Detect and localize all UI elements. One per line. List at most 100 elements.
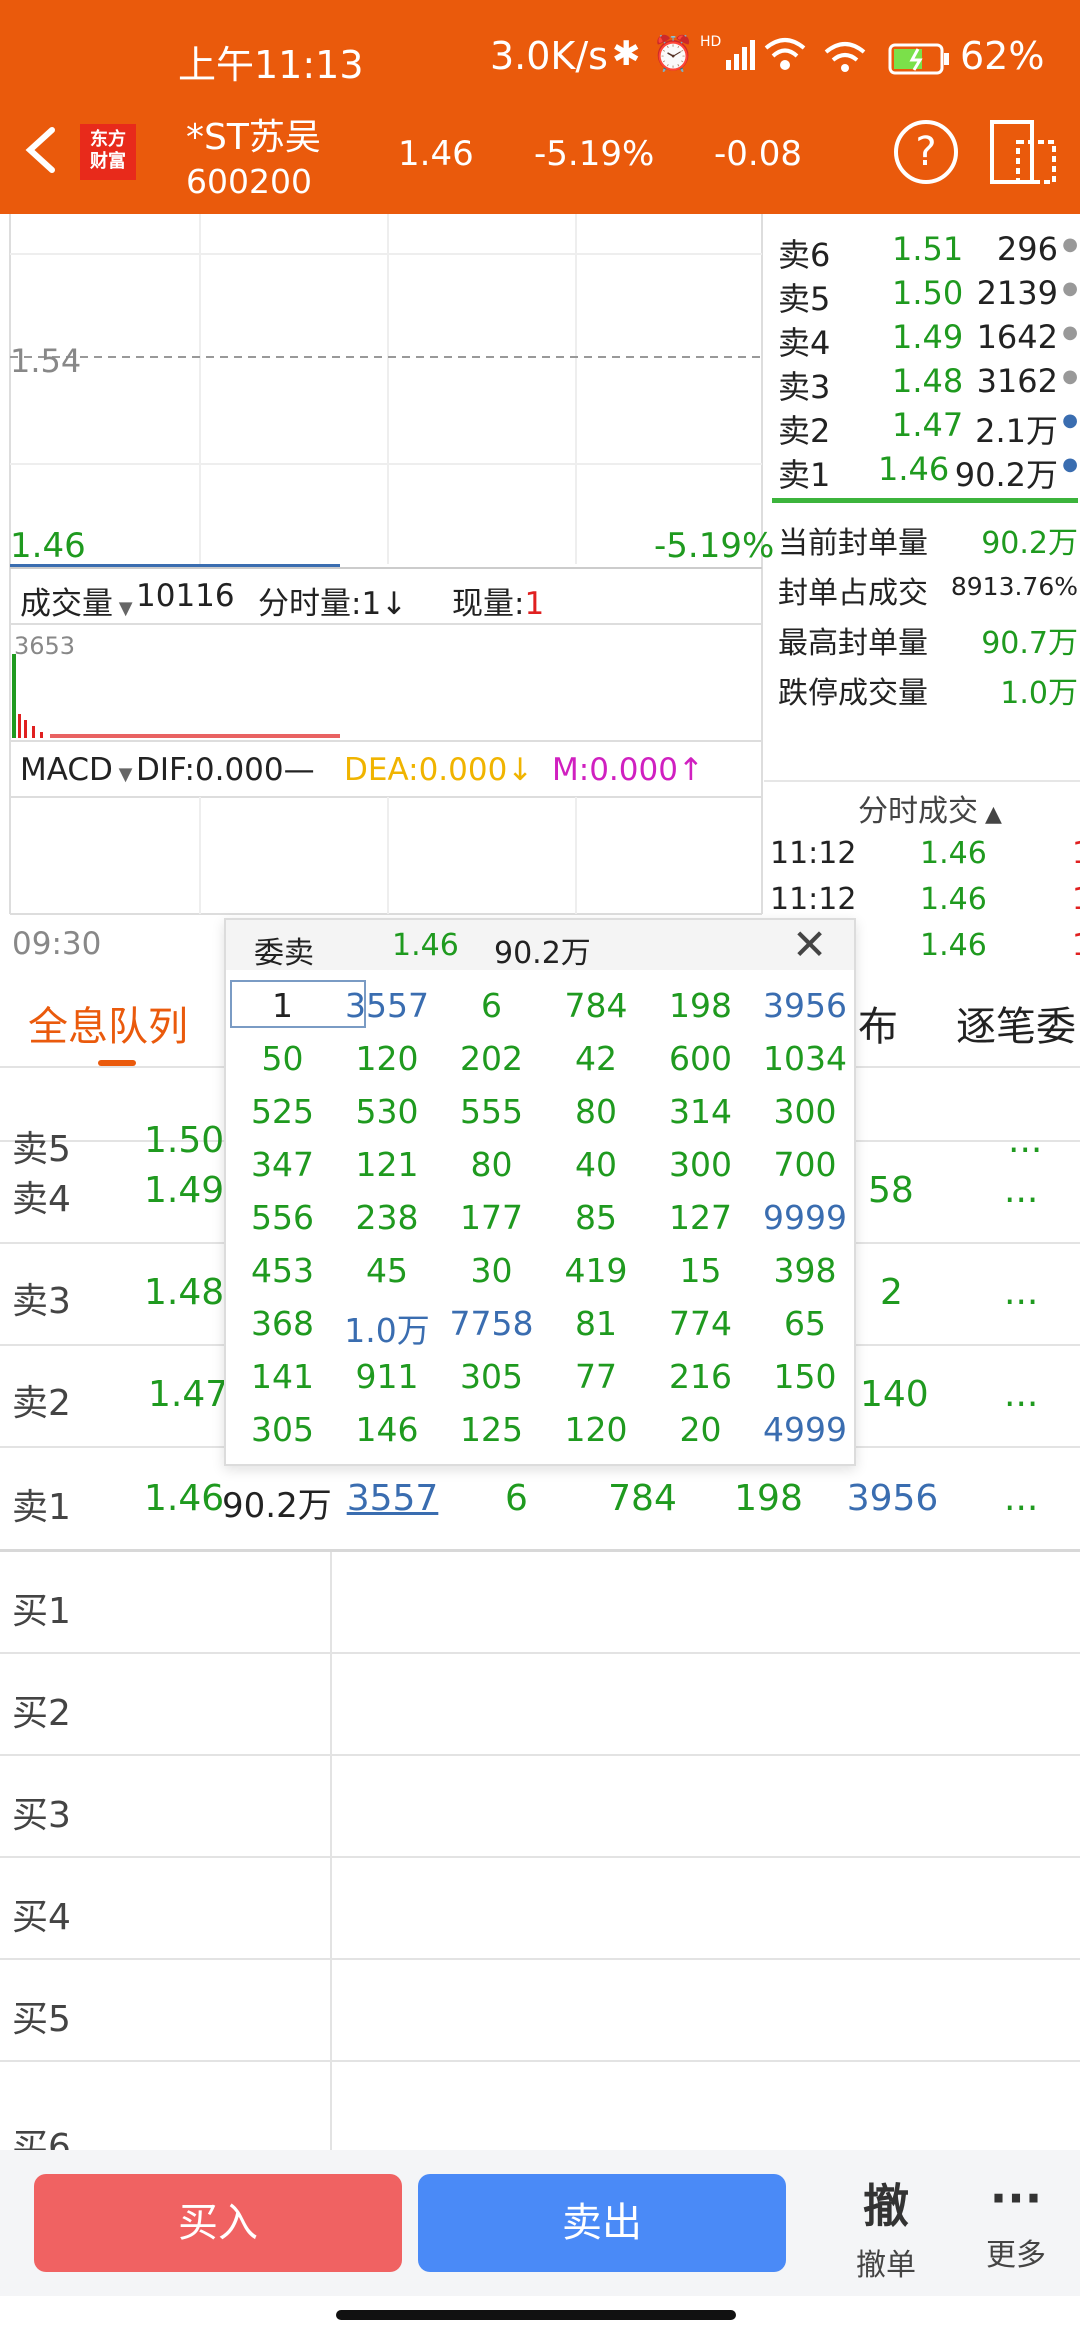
popup-cell[interactable]: 177 [439, 1198, 544, 1237]
row-item: 58 [868, 1170, 914, 1211]
row-item[interactable]: 3956 [840, 1478, 945, 1519]
popup-cell[interactable]: 125 [439, 1410, 544, 1449]
popup-cell[interactable]: 368 [230, 1304, 335, 1343]
ask-row[interactable]: 卖5 1.50 2139 ● [772, 270, 1080, 318]
popup-cell[interactable]: 85 [544, 1198, 649, 1237]
popup-volume: 90.2万 [494, 936, 591, 971]
popup-cell[interactable]: 3956 [753, 986, 858, 1025]
more-icon: ··· [989, 2171, 1043, 2225]
row-item[interactable]: 784 [590, 1478, 695, 1519]
row-label: 买4 [12, 1897, 71, 1938]
status-time: 上午11:13 [178, 43, 364, 87]
ask-row[interactable]: 卖6 1.51 296 ● [772, 226, 1080, 274]
popup-cell[interactable]: 774 [648, 1304, 753, 1343]
popup-cell[interactable]: 20 [648, 1410, 753, 1449]
popup-cell[interactable]: 305 [439, 1357, 544, 1396]
buy-row: 买1 [0, 1552, 1080, 1654]
landscape-icon[interactable] [988, 118, 1058, 190]
sell-button[interactable]: 卖出 [418, 2174, 786, 2272]
popup-cell[interactable]: 202 [439, 1039, 544, 1078]
popup-cell[interactable]: 7758 [439, 1304, 544, 1343]
buy-button[interactable]: 买入 [34, 2174, 402, 2272]
ticks-header[interactable]: 分时成交 ▲ [858, 786, 1002, 830]
tick-volume: 1 [1072, 836, 1080, 871]
popup-cell[interactable]: 238 [335, 1198, 440, 1237]
popup-cell[interactable]: 65 [753, 1304, 858, 1343]
popup-cell[interactable]: 347 [230, 1145, 335, 1184]
popup-cell[interactable]: 911 [335, 1357, 440, 1396]
dot-icon: ● [1062, 366, 1078, 387]
popup-cell[interactable]: 50 [230, 1039, 335, 1078]
back-icon[interactable] [16, 122, 66, 178]
row-more[interactable]: ... [1004, 1374, 1038, 1415]
row-price: 1.47 [148, 1374, 229, 1415]
popup-cell[interactable]: 525 [230, 1092, 335, 1131]
ask-volume: 296 [996, 230, 1058, 268]
ask-row[interactable]: 卖3 1.48 3162 ● [772, 358, 1080, 406]
row-item[interactable]: 3557 [340, 1478, 445, 1519]
close-icon[interactable]: ✕ [792, 920, 827, 969]
popup-cell[interactable]: 419 [544, 1251, 649, 1290]
popup-cell[interactable]: 15 [648, 1251, 753, 1290]
popup-cell[interactable]: 120 [544, 1410, 649, 1449]
popup-cell[interactable]: 141 [230, 1357, 335, 1396]
macd-selector[interactable]: MACD ▼ [20, 752, 133, 788]
popup-cell[interactable]: 398 [753, 1251, 858, 1290]
popup-cell[interactable]: 216 [648, 1357, 753, 1396]
tab-distribution[interactable]: 布 [858, 994, 898, 1052]
ask-row[interactable]: 卖2 1.47 2.1万 ● [772, 402, 1080, 450]
popup-cell[interactable]: 556 [230, 1198, 335, 1237]
popup-cell[interactable]: 198 [648, 986, 753, 1025]
row-item[interactable]: 198 [716, 1478, 821, 1519]
popup-cell[interactable]: 127 [648, 1198, 753, 1237]
ask-row[interactable]: 卖4 1.49 1642 ● [772, 314, 1080, 362]
popup-cell[interactable]: 700 [753, 1145, 858, 1184]
popup-cell[interactable]: 1.0万 [335, 1304, 440, 1352]
popup-cell[interactable]: 77 [544, 1357, 649, 1396]
popup-cell[interactable]: 40 [544, 1145, 649, 1184]
row-more[interactable]: ... [1004, 1478, 1038, 1519]
intraday-chart[interactable]: 1.54 1.46 -5.19% 成交量 ▼ 10116 分时量:1↓ 现量:1… [0, 214, 774, 962]
popup-cell[interactable]: 146 [335, 1410, 440, 1449]
stat-value: 90.7万 [981, 626, 1078, 661]
popup-cell[interactable]: 300 [753, 1092, 858, 1131]
battery-icon [888, 40, 950, 84]
volume-selector[interactable]: 成交量 ▼ [20, 578, 133, 623]
header-pct: -5.19% [534, 134, 655, 174]
current-pct-label: -5.19% [654, 526, 775, 566]
tab-tick-orders[interactable]: 逐笔委 [956, 994, 1076, 1052]
cancel-order-button[interactable]: 撤 撤单 [836, 2170, 936, 2283]
popup-cell[interactable]: 81 [544, 1304, 649, 1343]
row-label: 卖1 [12, 1487, 71, 1528]
tab-full-queue[interactable]: 全息队列 [28, 994, 188, 1052]
row-more[interactable]: ... [1004, 1170, 1038, 1211]
ask-row[interactable]: 卖1 1.46 90.2万 ● [772, 446, 1080, 494]
popup-cell[interactable]: 30 [439, 1251, 544, 1290]
popup-cell[interactable]: 453 [230, 1251, 335, 1290]
popup-cell[interactable]: 1034 [753, 1039, 858, 1078]
row-more[interactable]: ... [1004, 1272, 1038, 1313]
more-button[interactable]: ··· 更多 [966, 2170, 1066, 2282]
popup-cell[interactable]: 305 [230, 1410, 335, 1449]
popup-cell[interactable]: 150 [753, 1357, 858, 1396]
popup-cell[interactable]: 4999 [753, 1410, 858, 1449]
popup-cell[interactable]: 530 [335, 1092, 440, 1131]
popup-cell[interactable]: 121 [335, 1145, 440, 1184]
popup-cell[interactable]: 42 [544, 1039, 649, 1078]
popup-cell[interactable]: 45 [335, 1251, 440, 1290]
row-item[interactable]: 6 [464, 1478, 569, 1519]
popup-cell[interactable]: 314 [648, 1092, 753, 1131]
popup-cell[interactable]: 600 [648, 1039, 753, 1078]
popup-cell[interactable]: 300 [648, 1145, 753, 1184]
popup-cell[interactable]: 555 [439, 1092, 544, 1131]
popup-cell[interactable]: 120 [335, 1039, 440, 1078]
stock-name: *ST苏吴 [186, 117, 321, 158]
popup-cell[interactable]: 9999 [753, 1198, 858, 1237]
help-icon[interactable]: ? [894, 120, 958, 184]
popup-cell[interactable]: 784 [544, 986, 649, 1025]
popup-cell[interactable]: 6 [439, 986, 544, 1025]
popup-cell[interactable]: 80 [439, 1145, 544, 1184]
popup-cell[interactable]: 80 [544, 1092, 649, 1131]
stat-value: 1.0万 [1000, 676, 1078, 711]
tick-volume: 1 [1072, 882, 1080, 917]
